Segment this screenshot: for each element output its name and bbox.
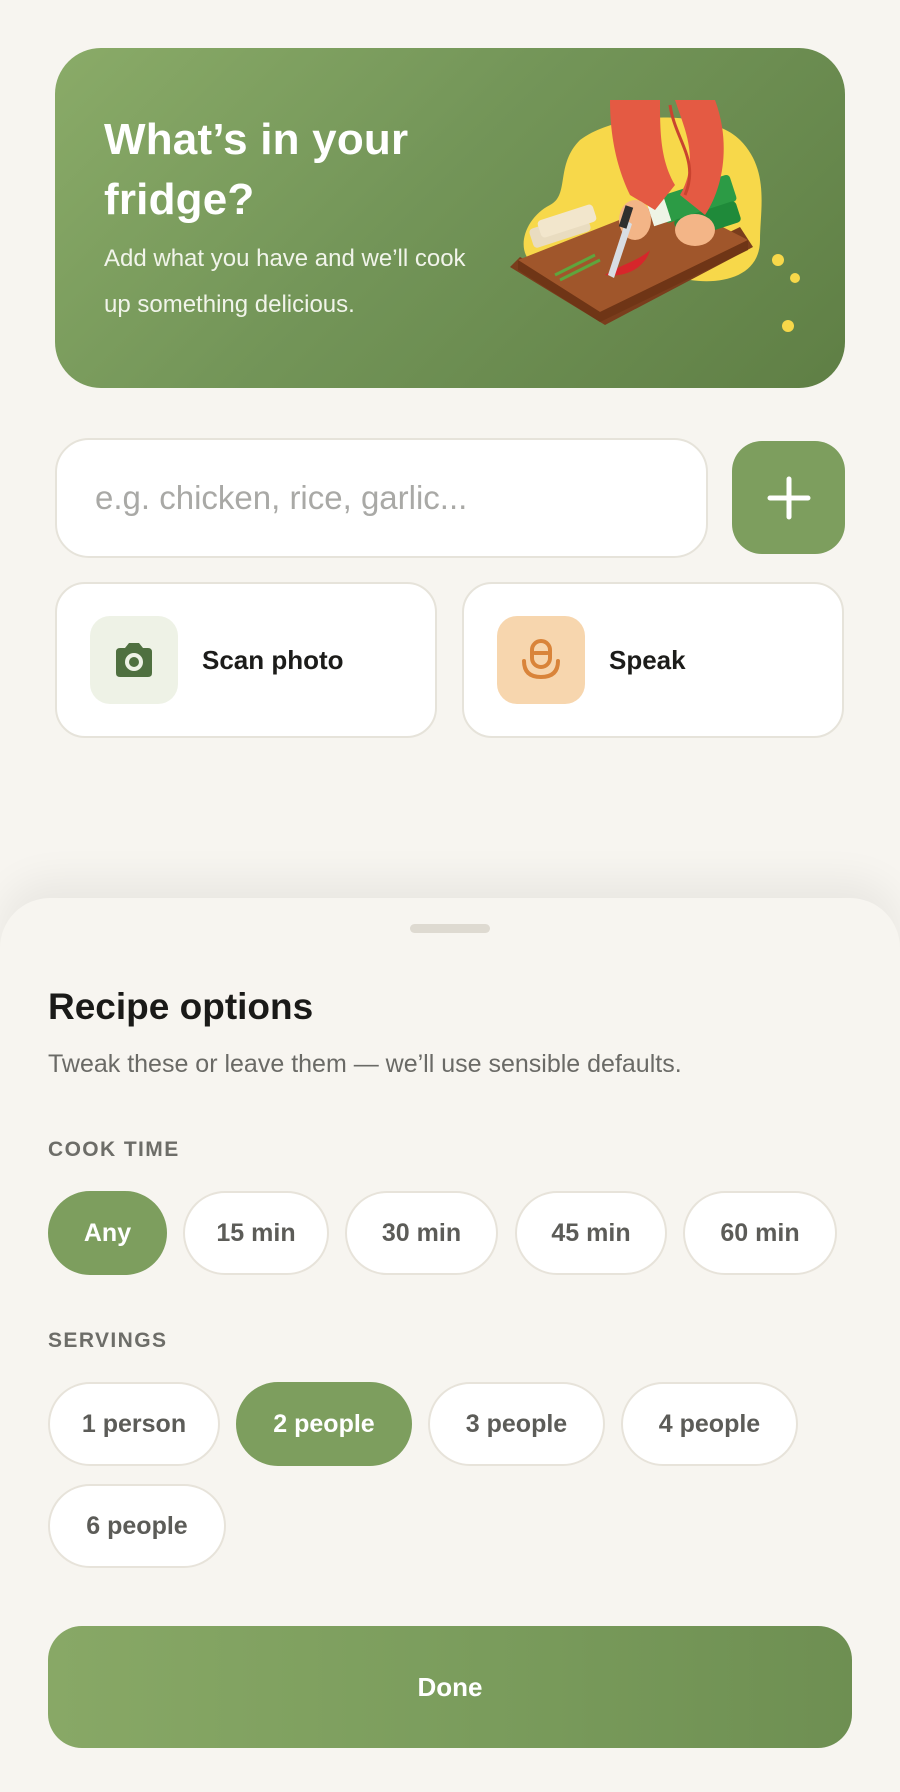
servings-chip-3[interactable]: 3 people bbox=[428, 1382, 605, 1466]
cook-time-chip-15[interactable]: 15 min bbox=[183, 1191, 329, 1275]
hero-card: What’s in your fridge? Add what you have… bbox=[55, 48, 845, 388]
cook-time-chip-45[interactable]: 45 min bbox=[515, 1191, 667, 1275]
scan-photo-button[interactable]: Scan photo bbox=[55, 582, 437, 738]
servings-label: SERVINGS bbox=[48, 1329, 168, 1352]
scan-icon-tile bbox=[90, 616, 178, 704]
speak-icon-tile bbox=[497, 616, 585, 704]
sheet-subtitle: Tweak these or leave them — we’ll use se… bbox=[48, 1050, 682, 1078]
add-ingredient-button[interactable] bbox=[732, 441, 845, 554]
page: What’s in your fridge? Add what you have… bbox=[0, 0, 900, 1792]
microphone-icon bbox=[522, 639, 560, 680]
scan-photo-label: Scan photo bbox=[202, 644, 344, 675]
camera-icon bbox=[116, 643, 152, 677]
recipe-options-sheet: Recipe options Tweak these or leave them… bbox=[0, 898, 900, 1792]
sheet-title: Recipe options bbox=[48, 986, 314, 1027]
hero-subtitle: Add what you have and we’ll cook up some… bbox=[104, 245, 466, 318]
plus-icon bbox=[767, 476, 810, 519]
hero-title: What’s in your fridge? bbox=[104, 115, 409, 224]
chopping-illustration bbox=[510, 100, 800, 332]
done-button[interactable]: Done bbox=[48, 1626, 852, 1748]
servings-chip-2[interactable]: 2 people bbox=[236, 1382, 412, 1466]
cook-time-chip-any[interactable]: Any bbox=[48, 1191, 167, 1275]
speak-label: Speak bbox=[609, 644, 686, 675]
speak-button[interactable]: Speak bbox=[462, 582, 844, 738]
cook-time-chip-30[interactable]: 30 min bbox=[345, 1191, 498, 1275]
cook-time-chip-60[interactable]: 60 min bbox=[683, 1191, 837, 1275]
servings-chip-6[interactable]: 6 people bbox=[48, 1484, 226, 1568]
ingredient-input-container bbox=[55, 438, 708, 558]
servings-chip-4[interactable]: 4 people bbox=[621, 1382, 798, 1466]
sheet-drag-handle[interactable] bbox=[410, 924, 490, 933]
cook-time-label: COOK TIME bbox=[48, 1138, 180, 1161]
servings-chip-1[interactable]: 1 person bbox=[48, 1382, 220, 1466]
ingredient-input[interactable] bbox=[95, 479, 706, 517]
